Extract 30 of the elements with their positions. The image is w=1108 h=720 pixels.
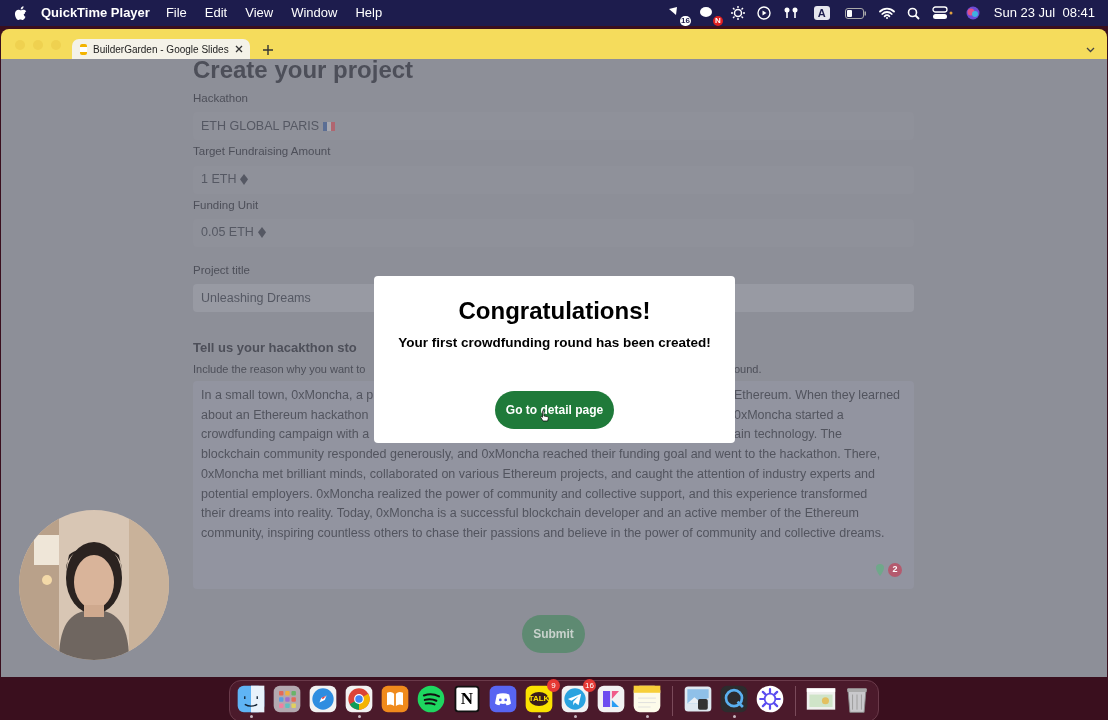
field-value: ETH GLOBAL PARIS	[201, 117, 320, 135]
status-badge: 16	[679, 16, 691, 26]
story-text: crowdfunding campaign with a	[201, 426, 370, 444]
field-value: 1 ETH	[201, 171, 237, 189]
story-text: blockchain community responded generously, and 0xMoncha reached their funding goal and went to the hackathon. There,	[201, 446, 882, 464]
field-label: Hackathon	[193, 91, 249, 106]
dialog-title: Congratulations!	[458, 296, 651, 326]
notification-badge: 9	[547, 679, 560, 692]
status-badge: N	[712, 16, 723, 26]
count-badge: 2	[888, 563, 902, 577]
clock-text: Sun 23 Jul 08:41	[993, 4, 1095, 23]
dialog-message: Your first crowdfunding round has been created!	[398, 334, 711, 352]
field-label: Target Fundraising Amount	[193, 144, 332, 160]
field-label: Project title	[193, 262, 251, 278]
hint-text: Include the reason why you want to	[193, 361, 366, 377]
tab-title: BuilderGarden - Google Slides	[93, 42, 229, 57]
page-title: Create your project	[193, 56, 415, 84]
story-text: 0xMoncha started a	[734, 406, 844, 424]
section-heading: Tell us your hacakthon sto	[193, 339, 357, 357]
field-label: Funding Unit	[193, 197, 260, 213]
story-text: Ethereum. When they learned	[734, 387, 901, 404]
notification-badge: 16	[583, 679, 596, 692]
story-text: In a small town, 0xMoncha, a p	[201, 387, 374, 404]
story-text: about an Ethereum hackathon	[201, 406, 369, 424]
story-text: potential employers. 0xMoncha realized the power of community and collective support, and this experience transformed	[201, 485, 869, 503]
story-text: ain technology. The	[734, 426, 842, 444]
field-value: 0.05 ETH	[201, 224, 254, 242]
story-text: their dreams into reality. Today, 0xMoncha is a successful blockchain developer and an active member of the Ethereum	[201, 505, 860, 523]
story-text: 0xMoncha met brilliant minds, collaborated on various Ethereum projects, and caught the attention of industry experts and	[201, 465, 876, 483]
hint-text: ound.	[734, 361, 762, 377]
